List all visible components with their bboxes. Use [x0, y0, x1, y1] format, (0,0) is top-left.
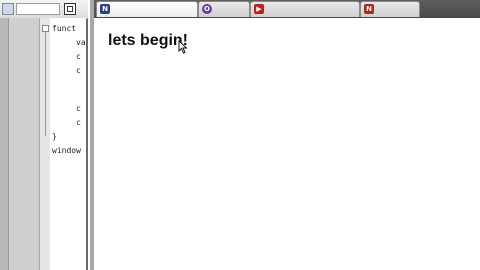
tab-title	[267, 4, 357, 15]
tab-title	[215, 4, 247, 15]
gutter-marker	[11, 68, 35, 76]
gutter-marker	[11, 110, 35, 118]
browser-tab[interactable]: ▶	[250, 1, 360, 17]
browser-tab-bar: N O ▶ N	[94, 0, 480, 18]
page-heading: lets begin!	[108, 32, 189, 49]
gutter-marker	[11, 54, 35, 62]
circle-icon: O	[202, 4, 212, 14]
line-number-gutter	[9, 18, 40, 270]
code-editor-window: funct va c c c c } window	[0, 0, 88, 270]
fold-toggle-icon[interactable]	[42, 25, 49, 32]
editor-file-tab[interactable]	[16, 3, 60, 15]
browser-tab[interactable]: N	[96, 1, 198, 17]
tab-title	[113, 4, 195, 15]
browser-tab[interactable]: O	[198, 1, 250, 17]
editor-file-icon[interactable]	[2, 3, 14, 15]
gutter-marker	[11, 26, 35, 34]
code-line[interactable]: c	[76, 52, 81, 62]
browser-tab[interactable]: N	[360, 1, 420, 17]
editor-toolbar	[0, 0, 88, 19]
page-icon: N	[100, 4, 110, 14]
code-line[interactable]: }	[52, 132, 57, 142]
gutter-marker	[11, 40, 35, 48]
code-line[interactable]: va	[76, 38, 86, 48]
mouse-pointer-icon	[178, 40, 188, 54]
editor-side-strip	[0, 18, 9, 270]
code-line[interactable]: c	[76, 66, 81, 76]
gutter-marker	[11, 124, 35, 132]
code-line[interactable]: window	[52, 146, 81, 156]
video-icon: ▶	[254, 4, 264, 14]
gutter-marker	[11, 152, 35, 160]
page-content: lets begin!	[94, 18, 480, 270]
gutter-marker	[11, 96, 35, 104]
gutter-marker	[11, 82, 35, 90]
code-area[interactable]: funct va c c c c } window	[50, 18, 86, 270]
fold-guide	[45, 32, 46, 136]
editor-window-icon[interactable]	[64, 3, 76, 15]
gutter-marker	[11, 138, 35, 146]
code-line[interactable]: funct	[52, 24, 76, 34]
code-line[interactable]: c	[76, 118, 81, 128]
tab-title	[377, 4, 417, 15]
code-line[interactable]: c	[76, 104, 81, 114]
page-icon: N	[364, 4, 374, 14]
